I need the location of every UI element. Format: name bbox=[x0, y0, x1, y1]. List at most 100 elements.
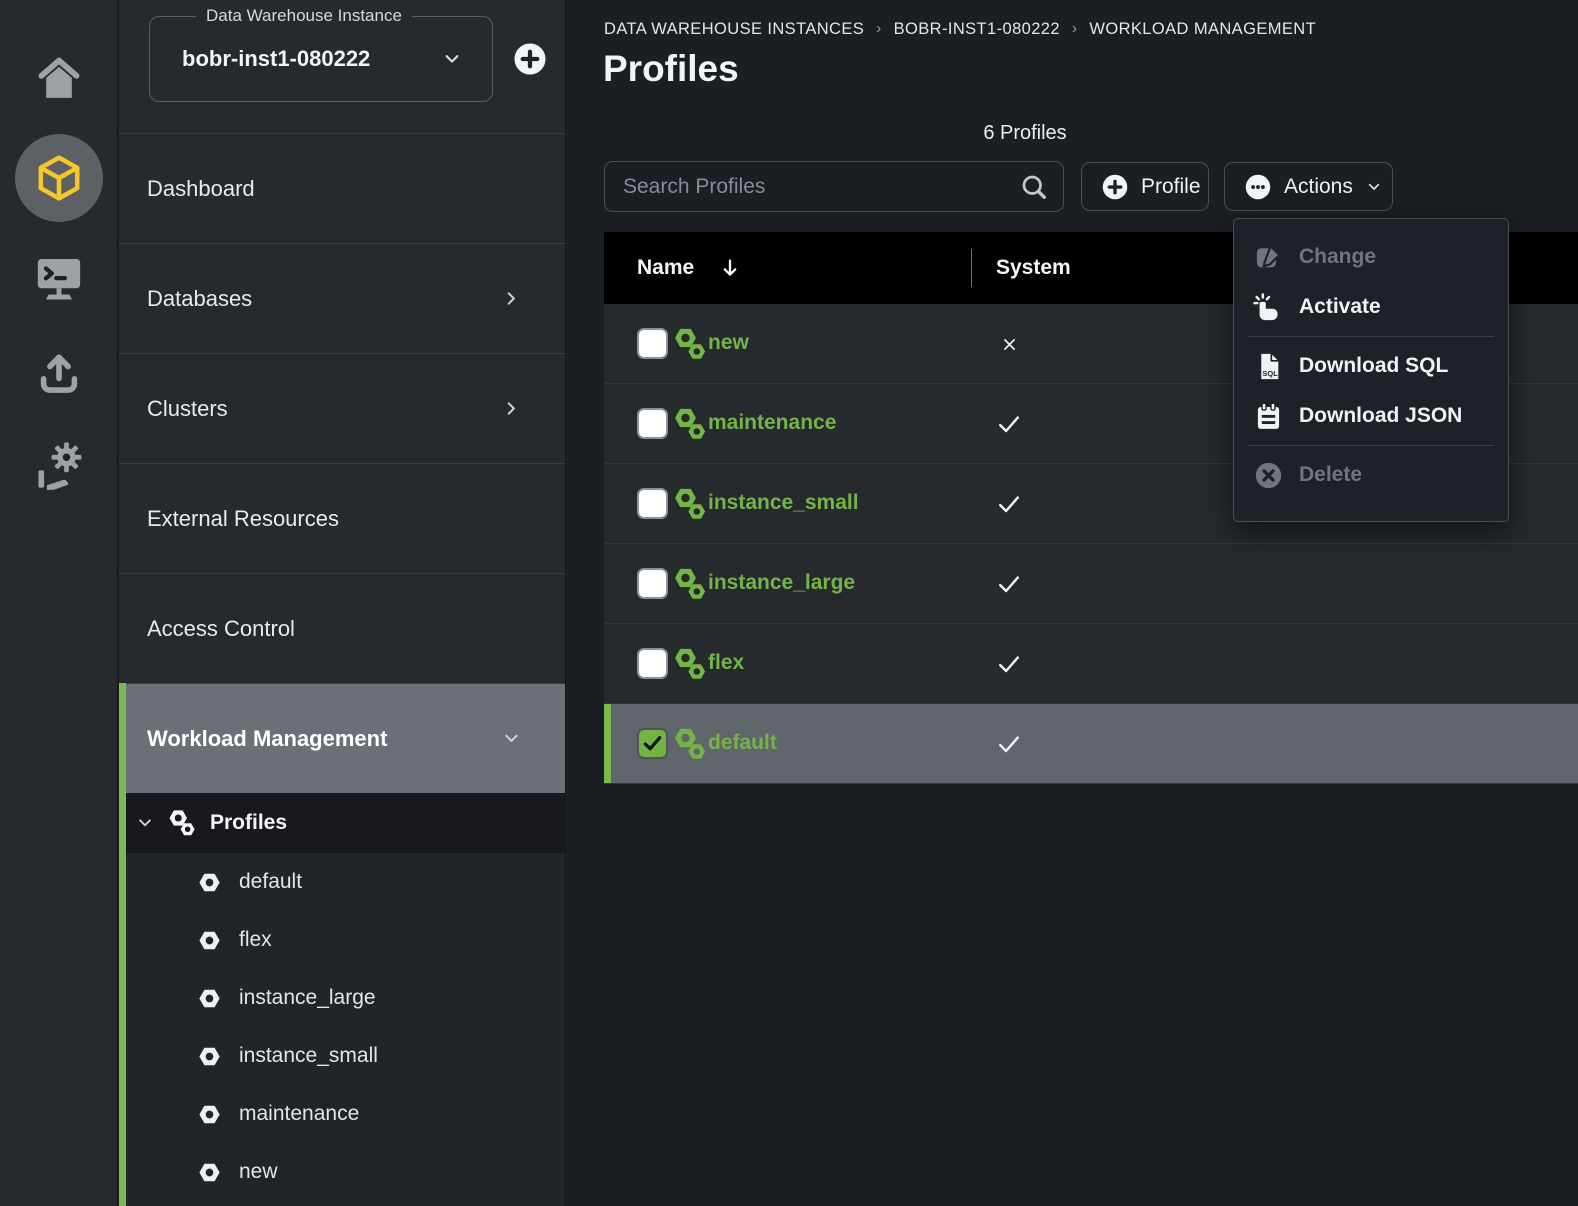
profile-tree-label: instance_large bbox=[239, 986, 376, 1010]
profile-tree-label: new bbox=[239, 1160, 278, 1184]
profile-name-link[interactable]: flex bbox=[708, 651, 744, 675]
system-check-icon bbox=[990, 728, 1028, 760]
sidebar-item-profiles[interactable]: Profiles bbox=[119, 793, 565, 853]
profiles-icon bbox=[672, 326, 708, 362]
profile-name-link[interactable]: default bbox=[708, 731, 777, 755]
search-input[interactable] bbox=[623, 175, 1019, 199]
search-box bbox=[604, 161, 1064, 212]
profiles-icon bbox=[672, 566, 708, 602]
profiles-icon bbox=[672, 406, 708, 442]
sidebar-profile-flex[interactable]: flex bbox=[119, 911, 565, 969]
menu-item-label: Activate bbox=[1299, 295, 1381, 319]
chevron-right-icon bbox=[502, 399, 521, 418]
sidebar-item-dashboard[interactable]: Dashboard bbox=[119, 133, 565, 243]
column-divider bbox=[971, 249, 972, 287]
row-checkbox[interactable] bbox=[637, 568, 668, 599]
sidebar-item-label: Clusters bbox=[147, 396, 228, 422]
upload-icon bbox=[34, 348, 84, 398]
actions-button[interactable]: Actions bbox=[1224, 162, 1393, 211]
sidebar-item-clusters[interactable]: Clusters bbox=[119, 353, 565, 463]
menu-item-activate[interactable]: Activate bbox=[1234, 282, 1508, 332]
sidebar-item-label: Workload Management bbox=[147, 726, 387, 752]
row-checkbox[interactable] bbox=[637, 408, 668, 439]
menu-item-download-sql[interactable]: SQLDownload SQL bbox=[1234, 341, 1508, 391]
table-row-default[interactable]: default bbox=[604, 704, 1578, 784]
icon-rail bbox=[0, 0, 118, 1206]
system-check-icon bbox=[990, 488, 1028, 520]
menu-item-label: Change bbox=[1299, 245, 1376, 269]
table-row-instance_large[interactable]: instance_large bbox=[604, 544, 1578, 624]
profile-icon bbox=[196, 927, 223, 954]
sidebar-item-access-control[interactable]: Access Control bbox=[119, 573, 565, 683]
profiles-icon bbox=[672, 726, 708, 762]
services-icon bbox=[31, 440, 87, 496]
menu-item-label: Download JSON bbox=[1299, 404, 1462, 428]
profile-tree-label: default bbox=[239, 870, 302, 894]
actions-dropdown-menu: Change Activate SQLDownload SQL Download JS… bbox=[1233, 218, 1509, 522]
column-header-name[interactable]: Name bbox=[637, 256, 742, 280]
chevron-down-icon bbox=[1366, 179, 1382, 195]
breadcrumb-item[interactable]: DATA WAREHOUSE INSTANCES bbox=[604, 20, 864, 39]
chevron-down-icon bbox=[502, 729, 521, 748]
sidebar-item-label: Databases bbox=[147, 286, 252, 312]
sidebar: Data Warehouse Instance bobr-inst1-08022… bbox=[119, 0, 566, 1206]
profile-name-link[interactable]: instance_small bbox=[708, 491, 859, 515]
sidebar-menu: Dashboard Databases Clusters External Resou… bbox=[119, 133, 565, 793]
rail-item-terminal[interactable] bbox=[32, 250, 86, 304]
profile-tree-label: instance_small bbox=[239, 1044, 378, 1068]
sidebar-item-external-resources[interactable]: External Resources bbox=[119, 463, 565, 573]
menu-divider bbox=[1248, 445, 1494, 446]
menu-item-download-json[interactable]: Download JSON bbox=[1234, 391, 1508, 441]
sql-file-icon: SQL bbox=[1253, 351, 1284, 382]
edit-icon bbox=[1253, 242, 1284, 273]
profile-icon bbox=[196, 1043, 223, 1070]
system-check-icon bbox=[990, 648, 1028, 680]
profile-name-link[interactable]: new bbox=[708, 331, 749, 355]
instance-selector-value: bobr-inst1-080222 bbox=[182, 46, 370, 72]
rail-item-services[interactable] bbox=[31, 440, 87, 496]
sidebar-profile-instance_large[interactable]: instance_large bbox=[119, 969, 565, 1027]
profile-icon bbox=[196, 869, 223, 896]
profile-tree-label: maintenance bbox=[239, 1102, 359, 1126]
add-instance-button[interactable] bbox=[511, 40, 549, 78]
active-section-bar bbox=[119, 683, 126, 1206]
breadcrumb-item[interactable]: BOBR-INST1-080222 bbox=[894, 20, 1060, 39]
profiles-count: 6 Profiles bbox=[604, 122, 1446, 145]
rail-item-home[interactable] bbox=[32, 52, 86, 106]
sidebar-profile-new[interactable]: new bbox=[119, 1143, 565, 1201]
menu-item-label: Delete bbox=[1299, 463, 1362, 487]
cube-icon bbox=[33, 152, 85, 204]
sidebar-item-label: External Resources bbox=[147, 506, 339, 532]
sidebar-profile-instance_small[interactable]: instance_small bbox=[119, 1027, 565, 1085]
sidebar-profile-maintenance[interactable]: maintenance bbox=[119, 1085, 565, 1143]
instance-selector[interactable]: Data Warehouse Instance bobr-inst1-08022… bbox=[149, 16, 493, 102]
sidebar-item-databases[interactable]: Databases bbox=[119, 243, 565, 353]
rail-item-cube[interactable] bbox=[15, 134, 103, 222]
row-checkbox[interactable] bbox=[637, 328, 668, 359]
instance-selector-label: Data Warehouse Instance bbox=[196, 6, 412, 26]
breadcrumb-separator: › bbox=[1072, 20, 1077, 37]
profile-tree-label: flex bbox=[239, 928, 272, 952]
row-checkbox[interactable] bbox=[637, 728, 668, 759]
sidebar-item-workload-management[interactable]: Workload Management bbox=[119, 683, 565, 793]
profile-icon bbox=[196, 1101, 223, 1128]
row-checkbox[interactable] bbox=[637, 648, 668, 679]
column-header-system: System bbox=[996, 256, 1071, 280]
name-column-label: Name bbox=[637, 256, 694, 280]
menu-item-delete: Delete bbox=[1234, 450, 1508, 500]
profiles-icon bbox=[672, 486, 708, 522]
add-profile-label: Profile bbox=[1141, 175, 1201, 199]
rail-item-upload[interactable] bbox=[34, 348, 84, 398]
chevron-right-icon bbox=[502, 289, 521, 308]
profile-name-link[interactable]: maintenance bbox=[708, 411, 836, 435]
sidebar-profile-default[interactable]: default bbox=[119, 853, 565, 911]
profile-name-link[interactable]: instance_large bbox=[708, 571, 855, 595]
table-row-flex[interactable]: flex bbox=[604, 624, 1578, 704]
terminal-icon bbox=[32, 250, 86, 304]
breadcrumb: DATA WAREHOUSE INSTANCES › BOBR-INST1-0802… bbox=[604, 20, 1316, 39]
svg-text:SQL: SQL bbox=[1262, 369, 1278, 378]
breadcrumb-item[interactable]: WORKLOAD MANAGEMENT bbox=[1089, 20, 1316, 39]
row-checkbox[interactable] bbox=[637, 488, 668, 519]
profile-icon bbox=[196, 1159, 223, 1186]
add-profile-button[interactable]: Profile bbox=[1081, 162, 1209, 211]
